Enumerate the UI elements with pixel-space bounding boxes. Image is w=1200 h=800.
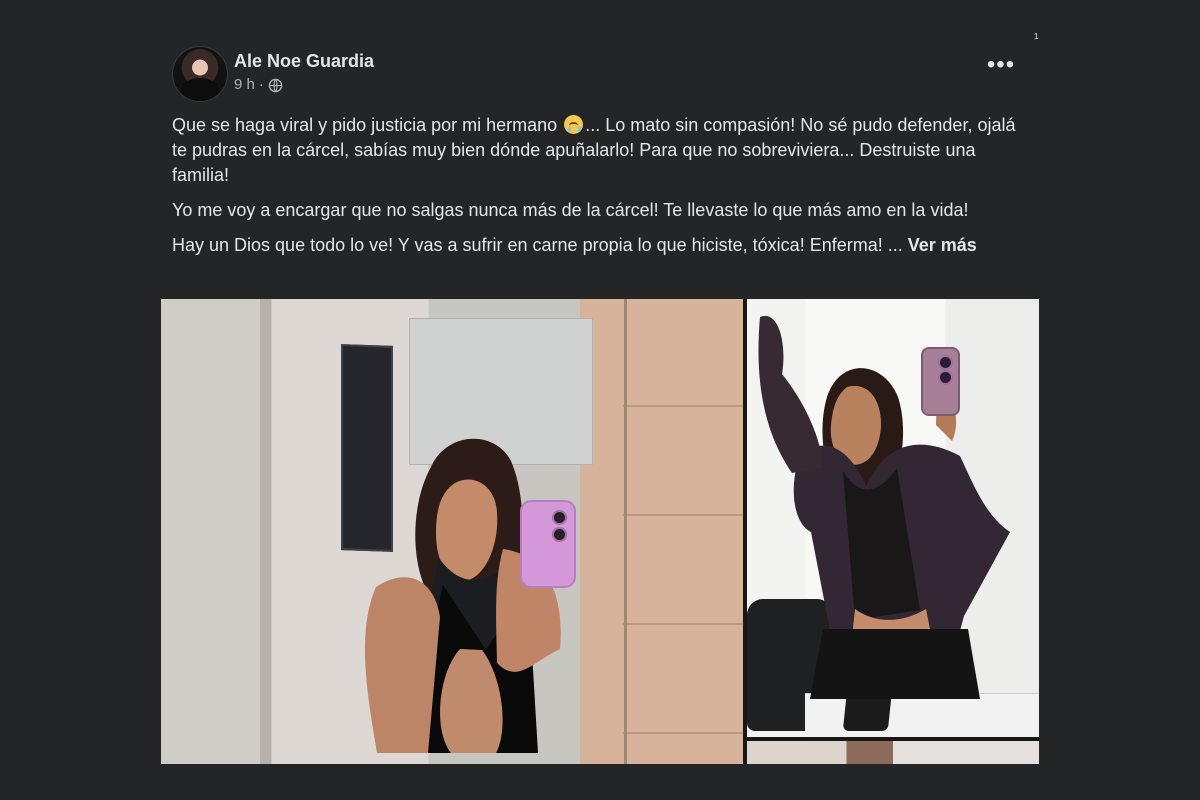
post-paragraph-1: Que se haga viral y pido justicia por mi… (172, 113, 1022, 188)
camera-lens-icon (552, 510, 567, 525)
camera-lens-icon (552, 527, 567, 542)
main-photo[interactable] (161, 299, 743, 764)
meta-separator: · (258, 76, 264, 93)
corner-mark: 1 (1034, 32, 1039, 41)
see-more-link[interactable]: Ver más (908, 235, 977, 255)
bottom-photo-preview[interactable] (747, 741, 1039, 764)
more-options-icon: ••• (986, 51, 1016, 78)
post-paragraph-3: Hay un Dios que todo lo ve! Y vas a sufr… (172, 233, 1022, 258)
profile-avatar[interactable] (172, 46, 228, 102)
post-time[interactable]: 9 h (234, 76, 255, 94)
camera-lens-icon (938, 355, 953, 370)
post-text-truncated: Hay un Dios que todo lo ve! Y vas a sufr… (172, 235, 908, 255)
post-paragraph-2: Yo me voy a encargar que no salgas nunca… (172, 200, 969, 220)
camera-lens-icon (938, 370, 953, 385)
post-text-line-start: Que se haga viral y pido justicia por mi… (172, 115, 563, 135)
post-message: Que se haga viral y pido justicia por mi… (172, 113, 1022, 268)
author-name[interactable]: Ale Noe Guardia (234, 51, 374, 71)
facebook-post-card: Ale Noe Guardia 9 h · ••• 1 Que se haga … (0, 0, 1200, 800)
post-photo-grid (161, 299, 1039, 764)
purple-phone (921, 347, 960, 416)
side-photo[interactable] (747, 299, 1039, 737)
screenshot-frame: Ale Noe Guardia 9 h · ••• 1 Que se haga … (0, 0, 1200, 800)
post-header: Ale Noe Guardia 9 h · ••• (172, 44, 1032, 102)
pink-phone (520, 500, 576, 588)
crying-face-icon (564, 115, 584, 134)
mirror-selfie-person (758, 315, 1010, 699)
more-options-button[interactable]: ••• (984, 53, 1018, 84)
selfie-person (364, 438, 561, 753)
public-globe-icon (268, 78, 283, 92)
post-metadata: 9 h · (234, 76, 283, 94)
